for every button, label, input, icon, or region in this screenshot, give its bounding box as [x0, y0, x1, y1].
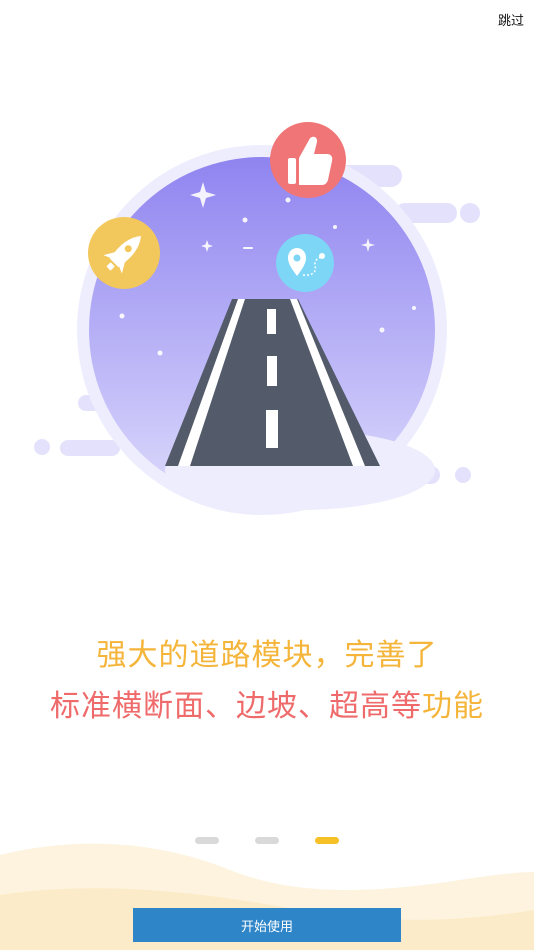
- onboarding-illustration: [34, 122, 480, 515]
- page-dot-1[interactable]: [195, 837, 219, 844]
- location-route-icon: [276, 234, 334, 292]
- slide-title-line2: 标准横断面、边坡、超高等功能: [0, 681, 534, 725]
- rocket-icon: [88, 217, 160, 289]
- slide-title-line2-tail: 功能: [422, 689, 484, 724]
- start-button[interactable]: 开始使用: [133, 908, 401, 942]
- slide-title-line2-main: 标准横断面、边坡、超高等: [50, 689, 422, 724]
- slide-title-line1: 强大的道路模块，完善了: [96, 638, 438, 673]
- thumbs-up-icon: [270, 122, 346, 198]
- page-indicator: [0, 837, 534, 845]
- page-dot-3[interactable]: [315, 837, 339, 844]
- page-dot-2[interactable]: [255, 837, 279, 844]
